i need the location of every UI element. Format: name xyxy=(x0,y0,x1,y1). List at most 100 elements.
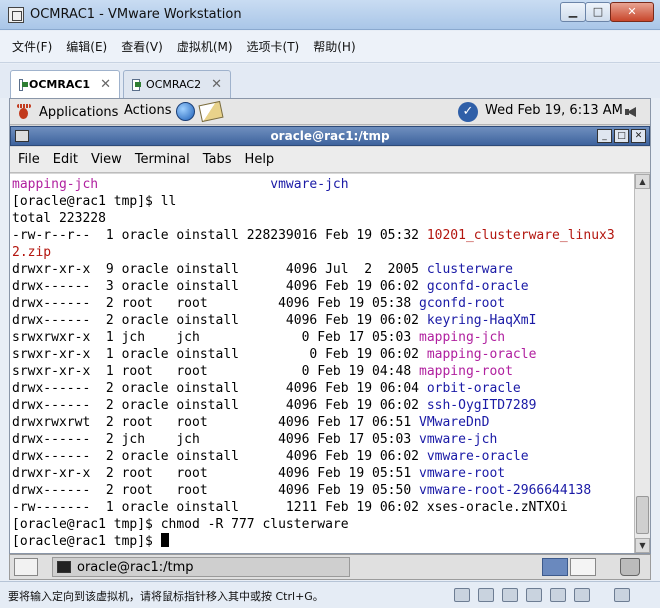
scroll-down-icon[interactable]: ▼ xyxy=(635,538,650,553)
usb-icon[interactable] xyxy=(526,588,542,602)
terminal-menu-terminal[interactable]: Terminal xyxy=(135,152,190,167)
terminal-line: drwx------ 2 oracle oinstall 4096 Feb 19… xyxy=(12,448,634,465)
close-tab-icon[interactable]: ✕ xyxy=(211,77,222,92)
terminal-text: ssh-OygITD7289 xyxy=(426,398,537,413)
terminal-output[interactable]: mapping-jch vmware-jch [oracle@rac1 tmp]$… xyxy=(10,174,634,553)
terminal-line: drwx------ 2 oracle oinstall 4096 Feb 19… xyxy=(12,380,634,397)
display-icon[interactable] xyxy=(574,588,590,602)
terminal-line: drwx------ 2 jch jch 4096 Feb 17 05:03 v… xyxy=(12,431,634,448)
terminal-text: [oracle@rac1 tmp]$ xyxy=(12,534,161,549)
terminal-text: vmware-oracle xyxy=(426,449,529,464)
terminal-text: vmware-root xyxy=(419,466,506,481)
panel-clock[interactable]: Wed Feb 19, 6:13 AM xyxy=(485,103,623,118)
menu-file[interactable]: 文件(F) xyxy=(12,38,52,55)
terminal-menu-view[interactable]: View xyxy=(91,152,122,167)
gnome-top-panel: Applications Actions ✓ Wed Feb 19, 6:13 … xyxy=(10,99,650,125)
terminal-text: clusterware xyxy=(426,262,513,277)
terminal-menu-help[interactable]: Help xyxy=(245,152,275,167)
terminal-titlebar[interactable]: oracle@rac1:/tmp _ □ ✕ xyxy=(10,126,650,146)
terminal-text: keyring-HaqXmI xyxy=(426,313,537,328)
terminal-text: vmware-jch xyxy=(270,177,349,192)
terminal-line: drwxrwxrwt 2 root root 4096 Feb 17 06:51… xyxy=(12,414,634,431)
terminal-text: srwxr-xr-x 1 root root 0 Feb 19 04:48 xyxy=(12,364,419,379)
menu-tabs[interactable]: 选项卡(T) xyxy=(247,38,300,55)
guest-display[interactable]: Applications Actions ✓ Wed Feb 19, 6:13 … xyxy=(9,98,651,554)
tab-ocmrac1[interactable]: OCMRAC1 ✕ xyxy=(10,70,120,98)
terminal-text: drwxr-xr-x 9 oracle oinstall 4096 Jul 2 … xyxy=(12,262,427,277)
workspace-1[interactable] xyxy=(542,558,568,576)
scroll-up-icon[interactable]: ▲ xyxy=(635,174,650,189)
terminal-line: 2.zip xyxy=(12,244,634,261)
show-desktop-icon[interactable] xyxy=(14,558,38,576)
terminal-text: srwxr-xr-x 1 oracle oinstall 0 Feb 19 06… xyxy=(12,347,427,362)
terminal-text: -rw-r--r-- 1 oracle oinstall 228239016 F… xyxy=(12,228,427,243)
taskbar-task-label: oracle@rac1:/tmp xyxy=(77,559,194,575)
terminal-text: total 223228 xyxy=(12,211,106,226)
terminal-text: mapping-jch xyxy=(12,177,99,192)
volume-icon[interactable] xyxy=(625,104,641,120)
close-button[interactable]: ✕ xyxy=(610,2,654,22)
terminal-cursor xyxy=(160,533,169,547)
minimize-button[interactable]: ▁ xyxy=(560,2,586,22)
terminal-text: srwxrwxr-x 1 jch jch 0 Feb 17 05:03 xyxy=(12,330,419,345)
terminal-line: srwxrwxr-x 1 jch jch 0 Feb 17 05:03 mapp… xyxy=(12,329,634,346)
vmware-app-icon xyxy=(8,7,24,23)
taskbar-terminal-button[interactable]: oracle@rac1:/tmp xyxy=(52,557,350,577)
terminal-menu-edit[interactable]: Edit xyxy=(53,152,78,167)
network-icon[interactable] xyxy=(502,588,518,602)
vm-icon xyxy=(19,78,28,91)
message-log-icon[interactable] xyxy=(614,588,630,602)
window-controls: ▁ □ ✕ xyxy=(560,2,654,22)
scroll-thumb[interactable] xyxy=(636,496,649,534)
update-check-icon[interactable]: ✓ xyxy=(458,102,478,122)
terminal-text: -rw------- 1 oracle oinstall 1211 Feb 19… xyxy=(12,500,568,515)
terminal-scrollbar[interactable]: ▲ ▼ xyxy=(634,174,650,553)
terminal-text: vmware-root-2966644138 xyxy=(419,483,592,498)
terminal-text: vmware-jch xyxy=(419,432,498,447)
hard-disk-icon[interactable] xyxy=(454,588,470,602)
terminal-text: gconfd-oracle xyxy=(426,279,529,294)
terminal-text: mapping-root xyxy=(419,364,513,379)
terminal-minimize-button[interactable]: _ xyxy=(597,129,612,143)
terminal-line: -rw-r--r-- 1 oracle oinstall 228239016 F… xyxy=(12,227,634,244)
mail-icon[interactable] xyxy=(198,100,224,123)
terminal-line: drwx------ 2 oracle oinstall 4096 Feb 19… xyxy=(12,312,634,329)
applications-label: Applications xyxy=(39,104,119,120)
menu-edit[interactable]: 编辑(E) xyxy=(66,38,107,55)
terminal-line: drwx------ 3 oracle oinstall 4096 Feb 19… xyxy=(12,278,634,295)
maximize-button[interactable]: □ xyxy=(585,2,611,22)
cdrom-icon[interactable] xyxy=(478,588,494,602)
terminal-close-button[interactable]: ✕ xyxy=(631,129,646,143)
terminal-menu-tabs[interactable]: Tabs xyxy=(203,152,232,167)
actions-menu[interactable]: Actions xyxy=(124,103,172,118)
terminal-text: drwx------ 2 jch jch 4096 Feb 17 05:03 xyxy=(12,432,419,447)
sound-icon[interactable] xyxy=(550,588,566,602)
gnome-foot-icon xyxy=(16,103,34,121)
applications-menu[interactable]: Applications xyxy=(16,103,118,121)
close-tab-icon[interactable]: ✕ xyxy=(100,77,111,92)
vm-tabbar: OCMRAC1 ✕ OCMRAC2 ✕ xyxy=(0,64,660,98)
menu-view[interactable]: 查看(V) xyxy=(121,38,163,55)
terminal-text: mapping-oracle xyxy=(426,347,537,362)
terminal-text: drwxr-xr-x 2 root root 4096 Feb 19 05:51 xyxy=(12,466,419,481)
window-titlebar[interactable]: OCMRAC1 - VMware Workstation ▁ □ ✕ xyxy=(0,0,660,30)
terminal-text: drwx------ 2 root root 4096 Feb 19 05:50 xyxy=(12,483,419,498)
terminal-line: drwxr-xr-x 2 root root 4096 Feb 19 05:51… xyxy=(12,465,634,482)
terminal-text: VMwareDnD xyxy=(419,415,490,430)
menu-vm[interactable]: 虚拟机(M) xyxy=(177,38,233,55)
tab-ocmrac2[interactable]: OCMRAC2 ✕ xyxy=(123,70,231,98)
vmware-menubar: 文件(F) 编辑(E) 查看(V) 虚拟机(M) 选项卡(T) 帮助(H) xyxy=(0,31,660,63)
terminal-text: drwx------ 2 root root 4096 Feb 19 05:38 xyxy=(12,296,419,311)
web-browser-icon[interactable] xyxy=(176,102,195,121)
terminal-line: [oracle@rac1 tmp]$ ll xyxy=(12,193,634,210)
status-text: 要将输入定向到该虚拟机，请将鼠标指针移入其中或按 Ctrl+G。 xyxy=(8,590,324,603)
terminal-menu-file[interactable]: File xyxy=(18,152,40,167)
terminal-line: [oracle@rac1 tmp]$ xyxy=(12,533,634,550)
workspace-2[interactable] xyxy=(570,558,596,576)
trash-icon[interactable] xyxy=(620,558,640,576)
terminal-maximize-button[interactable]: □ xyxy=(614,129,629,143)
terminal-line: drwx------ 2 oracle oinstall 4096 Feb 19… xyxy=(12,397,634,414)
menu-help[interactable]: 帮助(H) xyxy=(313,38,355,55)
terminal-line: mapping-jch vmware-jch xyxy=(12,176,634,193)
